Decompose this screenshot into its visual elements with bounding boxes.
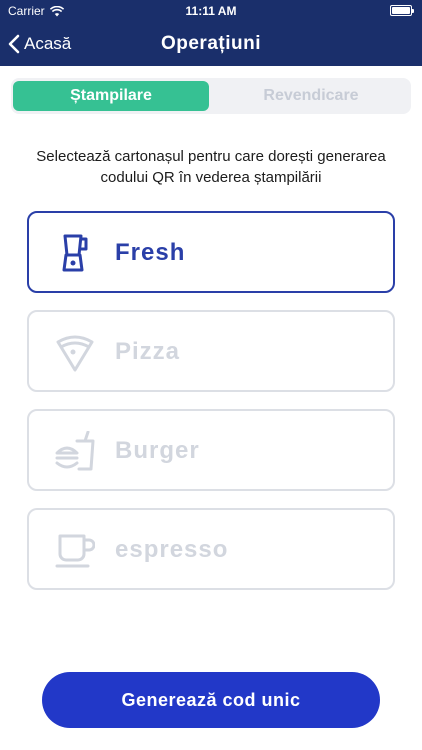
navigation-bar: Acasă Operațiuni [0, 22, 422, 66]
card-burger[interactable]: Burger [27, 409, 395, 491]
instruction-text: Selectează cartonașul pentru care doreșt… [36, 148, 386, 186]
status-time: 11:11 AM [185, 4, 237, 18]
card-pizza[interactable]: Pizza [27, 310, 395, 392]
card-fresh[interactable]: Fresh [27, 211, 395, 293]
burger-drink-icon [55, 431, 95, 471]
card-label-fresh: Fresh [115, 239, 186, 266]
card-espresso[interactable]: espresso [27, 508, 395, 590]
tab-stampilare[interactable]: Ștampilare [13, 81, 209, 111]
blender-icon [62, 234, 88, 272]
coffee-cup-icon [55, 534, 95, 568]
generate-code-button[interactable]: Generează cod unic [42, 672, 380, 728]
card-label-espresso: espresso [115, 536, 229, 563]
tab-revendicare[interactable]: Revendicare [213, 81, 409, 111]
pizza-slice-icon [56, 335, 94, 372]
segmented-control: Ștampilare Revendicare [11, 78, 411, 114]
status-bar: Carrier 11:11 AM [0, 0, 422, 22]
page-title: Operațiuni [160, 33, 261, 54]
card-label-pizza: Pizza [115, 338, 181, 365]
card-label-burger: Burger [115, 437, 200, 464]
battery-icon [390, 5, 414, 16]
